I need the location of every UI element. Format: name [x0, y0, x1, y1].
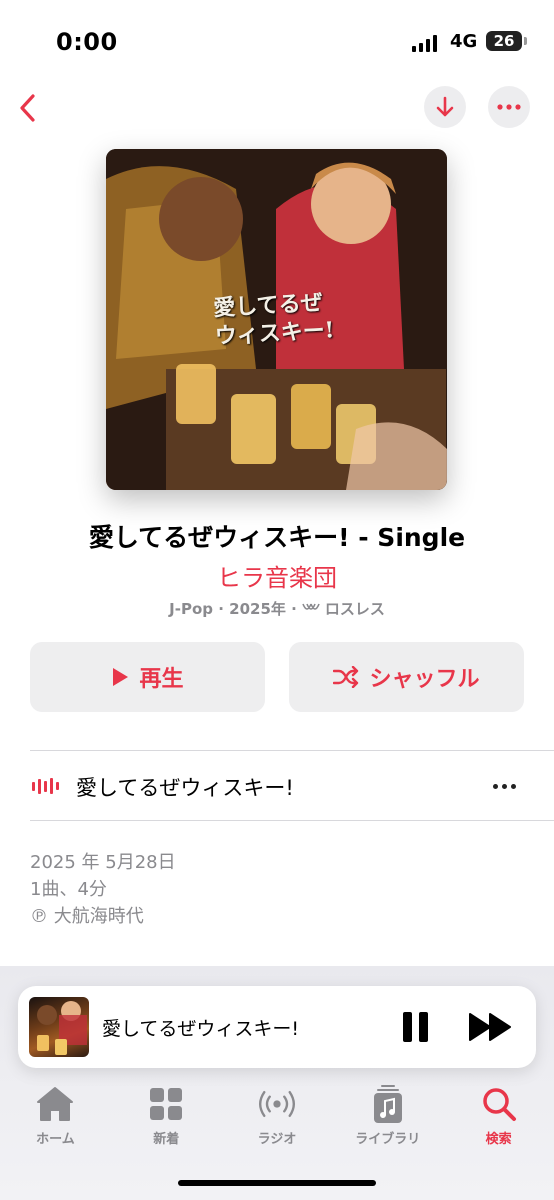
shuffle-button[interactable]: シャッフル	[289, 642, 524, 712]
tab-library-label: ライブラリ	[355, 1132, 421, 1147]
fast-forward-button[interactable]	[468, 1010, 514, 1044]
album-meta: J-Pop · 2025年 · ロスレス	[0, 598, 554, 619]
meta-lossless: ロスレス	[324, 600, 385, 618]
now-playing-icon	[32, 778, 59, 794]
artwork-text: 愛してるぜウィスキー!	[212, 289, 336, 350]
home-indicator	[178, 1180, 376, 1186]
arrow-down-icon	[436, 96, 454, 117]
pause-button[interactable]	[400, 1010, 430, 1044]
search-icon	[482, 1088, 516, 1121]
play-label: 再生	[139, 667, 184, 692]
album-title: 愛してるぜウィスキー! - Single	[88, 523, 466, 552]
meta-genre-year: J-Pop · 2025年 ·	[169, 600, 297, 618]
grid-icon	[150, 1088, 183, 1120]
lossless-icon	[302, 603, 320, 610]
home-icon	[37, 1087, 74, 1121]
track-more-button[interactable]	[486, 772, 522, 800]
more-button[interactable]	[488, 86, 530, 128]
release-date: 2025 年 5月28日	[30, 852, 176, 873]
play-icon	[113, 668, 129, 686]
shuffle-icon	[333, 666, 359, 688]
chevron-left-icon	[20, 94, 35, 122]
signal-icon	[412, 34, 437, 52]
play-button[interactable]: 再生	[30, 642, 265, 712]
tab-library[interactable]: ライブラリ	[332, 1080, 443, 1160]
tab-home-label: ホーム	[36, 1132, 75, 1147]
library-icon	[373, 1085, 402, 1123]
battery-icon: 26	[486, 31, 527, 51]
divider	[30, 820, 554, 821]
tab-bar: ホーム 新着 ラジオ ライブラリ 検索	[0, 1080, 554, 1160]
download-button[interactable]	[424, 86, 466, 128]
shuffle-label: シャッフル	[369, 667, 480, 692]
track-title: 愛してるぜウィスキー!	[76, 776, 294, 800]
mini-player[interactable]: 愛してるぜウィスキー!	[18, 986, 536, 1068]
track-row[interactable]: 愛してるぜウィスキー!	[0, 752, 554, 820]
status-bar: 0:00 4G 26	[0, 0, 554, 80]
mini-player-title: 愛してるぜウィスキー!	[102, 1018, 300, 1040]
tab-search[interactable]: 検索	[443, 1080, 554, 1160]
back-button[interactable]	[8, 86, 48, 130]
tab-new-label: 新着	[153, 1132, 180, 1147]
tab-home[interactable]: ホーム	[0, 1080, 111, 1160]
tab-new[interactable]: 新着	[111, 1080, 222, 1160]
copyright: ℗ 大航海時代	[30, 906, 144, 927]
divider	[30, 750, 554, 751]
mini-player-artwork	[29, 997, 89, 1057]
tab-radio-label: ラジオ	[257, 1132, 297, 1147]
tab-search-label: 検索	[485, 1132, 512, 1147]
tab-radio[interactable]: ラジオ	[222, 1080, 333, 1160]
network-label: 4G	[450, 31, 478, 52]
album-artwork[interactable]: 愛してるぜウィスキー!	[106, 149, 447, 490]
radio-icon	[258, 1091, 295, 1117]
status-time: 0:00	[56, 28, 118, 56]
track-summary: 1曲、4分	[30, 879, 107, 900]
artist-link[interactable]: ヒラ音楽団	[0, 558, 554, 593]
ellipsis-icon	[497, 104, 521, 110]
